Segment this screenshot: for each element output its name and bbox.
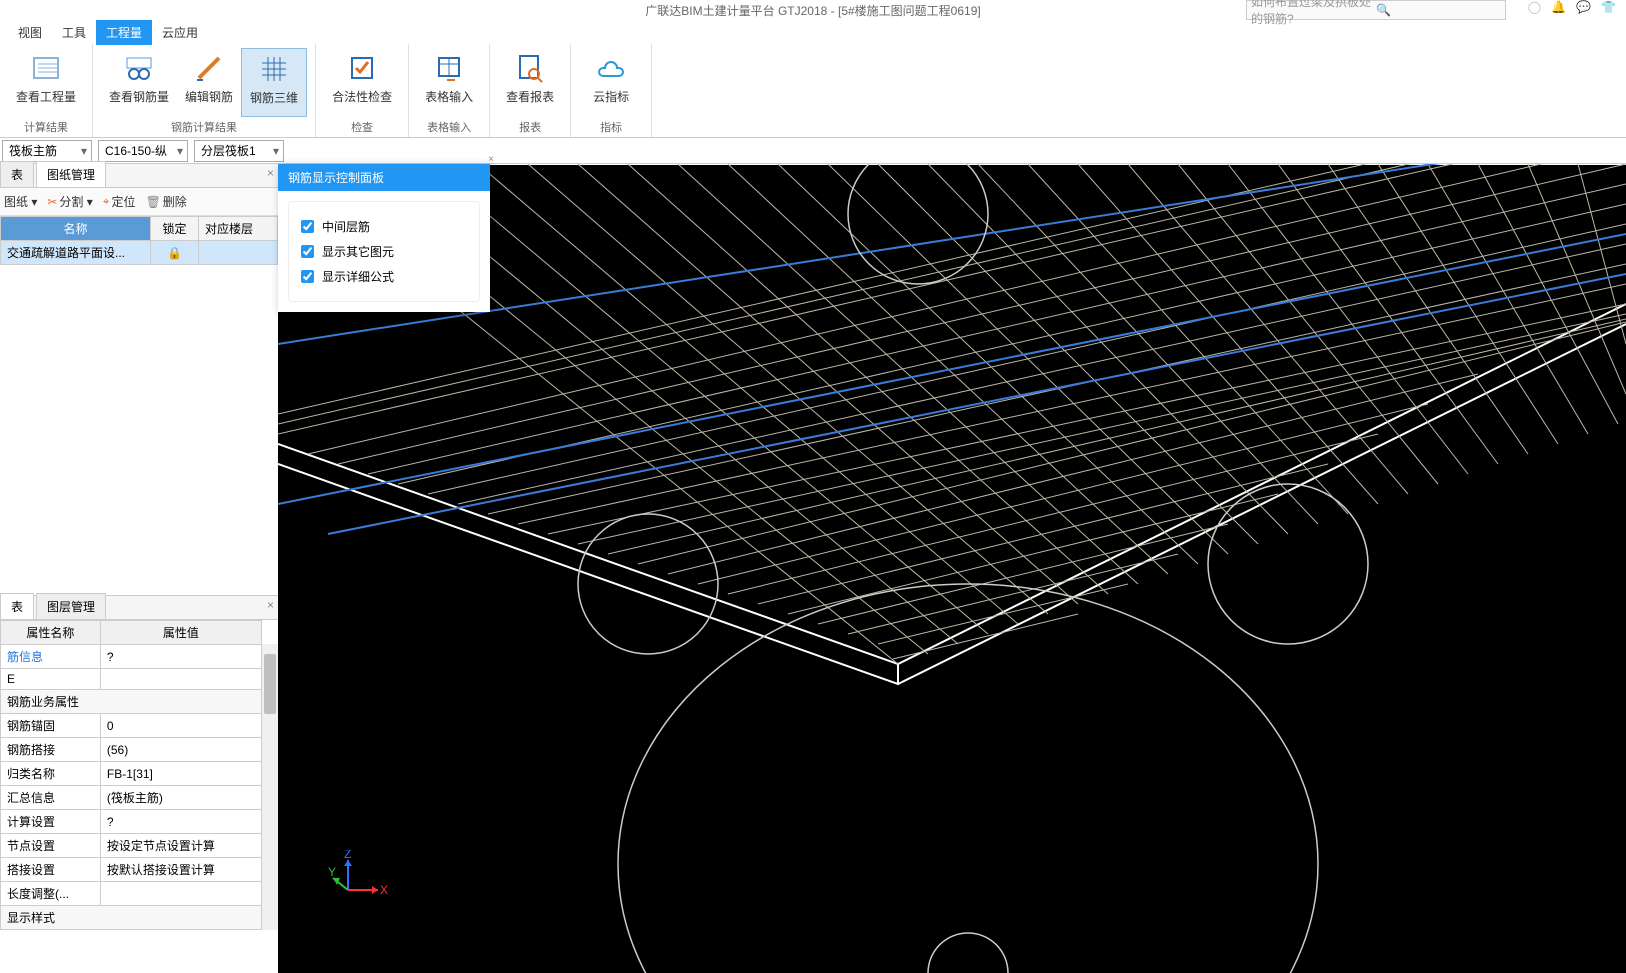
- tab-props[interactable]: 表: [0, 593, 34, 619]
- properties-panel: 表 图层管理 × 属性名称属性值 筋信息? E 钢筋业务属性 钢筋锚固0 钢筋搭…: [0, 595, 278, 930]
- properties-table: 属性名称属性值 筋信息? E 钢筋业务属性 钢筋锚固0 钢筋搭接(56) 归类名…: [0, 620, 262, 930]
- menu-quantity[interactable]: 工程量: [96, 20, 152, 45]
- pencil-icon: [193, 52, 225, 84]
- check-show-formula[interactable]: 显示详细公式: [301, 264, 467, 289]
- menu-tools[interactable]: 工具: [52, 20, 96, 45]
- user-icon[interactable]: ◯: [1528, 0, 1541, 14]
- search-report-icon: [514, 52, 546, 84]
- tab-layer-manage[interactable]: 图层管理: [36, 593, 106, 619]
- help-search[interactable]: 如何布置过梁及拱板处的钢筋? 🔍: [1246, 0, 1506, 20]
- svg-text:Y: Y: [328, 865, 336, 879]
- skin-icon[interactable]: 👕: [1601, 0, 1616, 14]
- view-quantity-button[interactable]: 查看工程量: [8, 48, 84, 117]
- drawing-table: 名称 锁定 对应楼层 交通疏解道路平面设... 🔒: [0, 216, 278, 265]
- validity-check-button[interactable]: 合法性检查: [324, 48, 400, 117]
- close-icon[interactable]: ×: [267, 166, 274, 180]
- properties-scrollbar[interactable]: [262, 644, 278, 930]
- lock-icon: 🔒: [167, 246, 182, 260]
- col-name: 名称: [1, 217, 151, 241]
- help-search-placeholder: 如何布置过梁及拱板处的钢筋?: [1251, 0, 1376, 27]
- table-row[interactable]: 节点设置按设定节点设置计算: [1, 834, 262, 858]
- table-icon: [433, 52, 465, 84]
- tab-list[interactable]: 表: [0, 161, 34, 187]
- drawing-toolbar: 图纸 ▾ ✂✂ 分割 ▾分割 ▾ ⌖定位 🗑删除: [0, 188, 278, 216]
- glasses-icon: [123, 52, 155, 84]
- edit-rebar-button[interactable]: 编辑钢筋: [177, 48, 241, 117]
- table-row[interactable]: 计算设置?: [1, 810, 262, 834]
- table-row[interactable]: 筋信息?: [1, 645, 262, 669]
- menu-view[interactable]: 视图: [8, 20, 52, 45]
- check-icon: [346, 52, 378, 84]
- check-middle-layer[interactable]: 中间层筋: [301, 214, 467, 239]
- svg-text:X: X: [380, 883, 388, 897]
- col-lock: 锁定: [151, 217, 199, 241]
- float-panel-body: 中间层筋 显示其它图元 显示详细公式: [288, 201, 480, 302]
- rebar-display-panel[interactable]: 钢筋显示控制面板 × 中间层筋 显示其它图元 显示详细公式: [278, 164, 490, 312]
- report-icon: [30, 52, 62, 84]
- trash-icon: 🗑: [146, 195, 161, 209]
- combo-spec[interactable]: C16-150-纵: [98, 140, 188, 162]
- view-rebar-button[interactable]: 查看钢筋量: [101, 48, 177, 117]
- combo-rebar-type[interactable]: 筏板主筋: [2, 140, 92, 162]
- table-input-button[interactable]: 表格输入: [417, 48, 481, 117]
- cloud-index-button[interactable]: 云指标: [579, 48, 643, 117]
- menu-bar: 视图 工具 工程量 云应用: [0, 20, 1626, 44]
- combo-layer[interactable]: 分层筏板1: [194, 140, 284, 162]
- table-row[interactable]: 长度调整(...: [1, 882, 262, 906]
- table-row[interactable]: 钢筋业务属性: [1, 690, 262, 714]
- cell-lock: 🔒: [151, 241, 199, 265]
- close-icon[interactable]: ×: [488, 154, 494, 165]
- locate-button[interactable]: ⌖定位: [103, 193, 136, 210]
- pin-icon: ⌖: [103, 194, 110, 209]
- titlebar-icons: ◯ 🔔 💬 👕: [1528, 0, 1616, 14]
- split-button[interactable]: ✂✂ 分割 ▾分割 ▾: [47, 193, 92, 210]
- drawing-tabs: 表 图纸管理 ×: [0, 164, 278, 188]
- title-bar: 广联达BIM土建计量平台 GTJ2018 - [5#楼施工图问题工程0619] …: [0, 0, 1626, 20]
- ribbon-group-index: 云指标 指标: [571, 44, 652, 137]
- ribbon-group-check: 合法性检查 检查: [316, 44, 409, 137]
- float-panel-title: 钢筋显示控制面板: [288, 171, 384, 185]
- chat-icon[interactable]: 💬: [1576, 0, 1591, 14]
- col-prop-value: 属性值: [100, 621, 261, 645]
- filter-bar: 筏板主筋 C16-150-纵 分层筏板1: [0, 138, 1626, 164]
- search-icon: 🔍: [1376, 3, 1501, 17]
- properties-tabs: 表 图层管理 ×: [0, 596, 278, 620]
- float-panel-header[interactable]: 钢筋显示控制面板 ×: [278, 164, 490, 191]
- col-floor: 对应楼层: [199, 217, 278, 241]
- ribbon-group-rebar-result: 查看钢筋量 编辑钢筋 钢筋三维 钢筋计算结果: [93, 44, 316, 137]
- table-row[interactable]: 汇总信息(筏板主筋): [1, 786, 262, 810]
- svg-text:Z: Z: [344, 850, 351, 861]
- table-row[interactable]: 钢筋搭接(56): [1, 738, 262, 762]
- drawing-dropdown[interactable]: 图纸 ▾: [4, 193, 37, 210]
- table-row[interactable]: 显示样式: [1, 906, 262, 930]
- cloud-icon: [595, 52, 627, 84]
- close-icon[interactable]: ×: [267, 598, 274, 612]
- bell-icon[interactable]: 🔔: [1551, 0, 1566, 14]
- col-prop-name: 属性名称: [1, 621, 101, 645]
- ribbon-group-table-input: 表格输入 表格输入: [409, 44, 490, 137]
- check-show-other[interactable]: 显示其它图元: [301, 239, 467, 264]
- table-row[interactable]: E: [1, 669, 262, 690]
- window-title: 广联达BIM土建计量平台 GTJ2018 - [5#楼施工图问题工程0619]: [645, 2, 980, 19]
- scissors-icon: ✂: [47, 195, 57, 209]
- table-row[interactable]: 归类名称FB-1[31]: [1, 762, 262, 786]
- ribbon-group-calc-result: 查看工程量 计算结果: [0, 44, 93, 137]
- drawing-panel: 表 图纸管理 × 图纸 ▾ ✂✂ 分割 ▾分割 ▾ ⌖定位 🗑删除 名称 锁定 …: [0, 164, 278, 265]
- delete-button[interactable]: 🗑删除: [146, 193, 187, 210]
- cell-name: 交通疏解道路平面设...: [1, 241, 151, 265]
- table-row[interactable]: 交通疏解道路平面设... 🔒: [1, 241, 278, 265]
- grid3d-icon: [258, 53, 290, 85]
- menu-cloud[interactable]: 云应用: [152, 20, 208, 45]
- table-row[interactable]: 钢筋锚固0: [1, 714, 262, 738]
- tab-drawing-manage[interactable]: 图纸管理: [36, 161, 106, 187]
- table-row[interactable]: 搭接设置按默认搭接设置计算: [1, 858, 262, 882]
- cell-floor: [199, 241, 278, 265]
- ribbon-group-report: 查看报表 报表: [490, 44, 571, 137]
- ribbon: 查看工程量 计算结果 查看钢筋量 编辑钢筋 钢筋三维 钢筋计算结果 合法: [0, 44, 1626, 138]
- view-report-button[interactable]: 查看报表: [498, 48, 562, 117]
- scrollbar-thumb[interactable]: [264, 654, 276, 714]
- axis-gizmo: X Y Z: [328, 850, 388, 913]
- rebar-3d-button[interactable]: 钢筋三维: [241, 48, 307, 117]
